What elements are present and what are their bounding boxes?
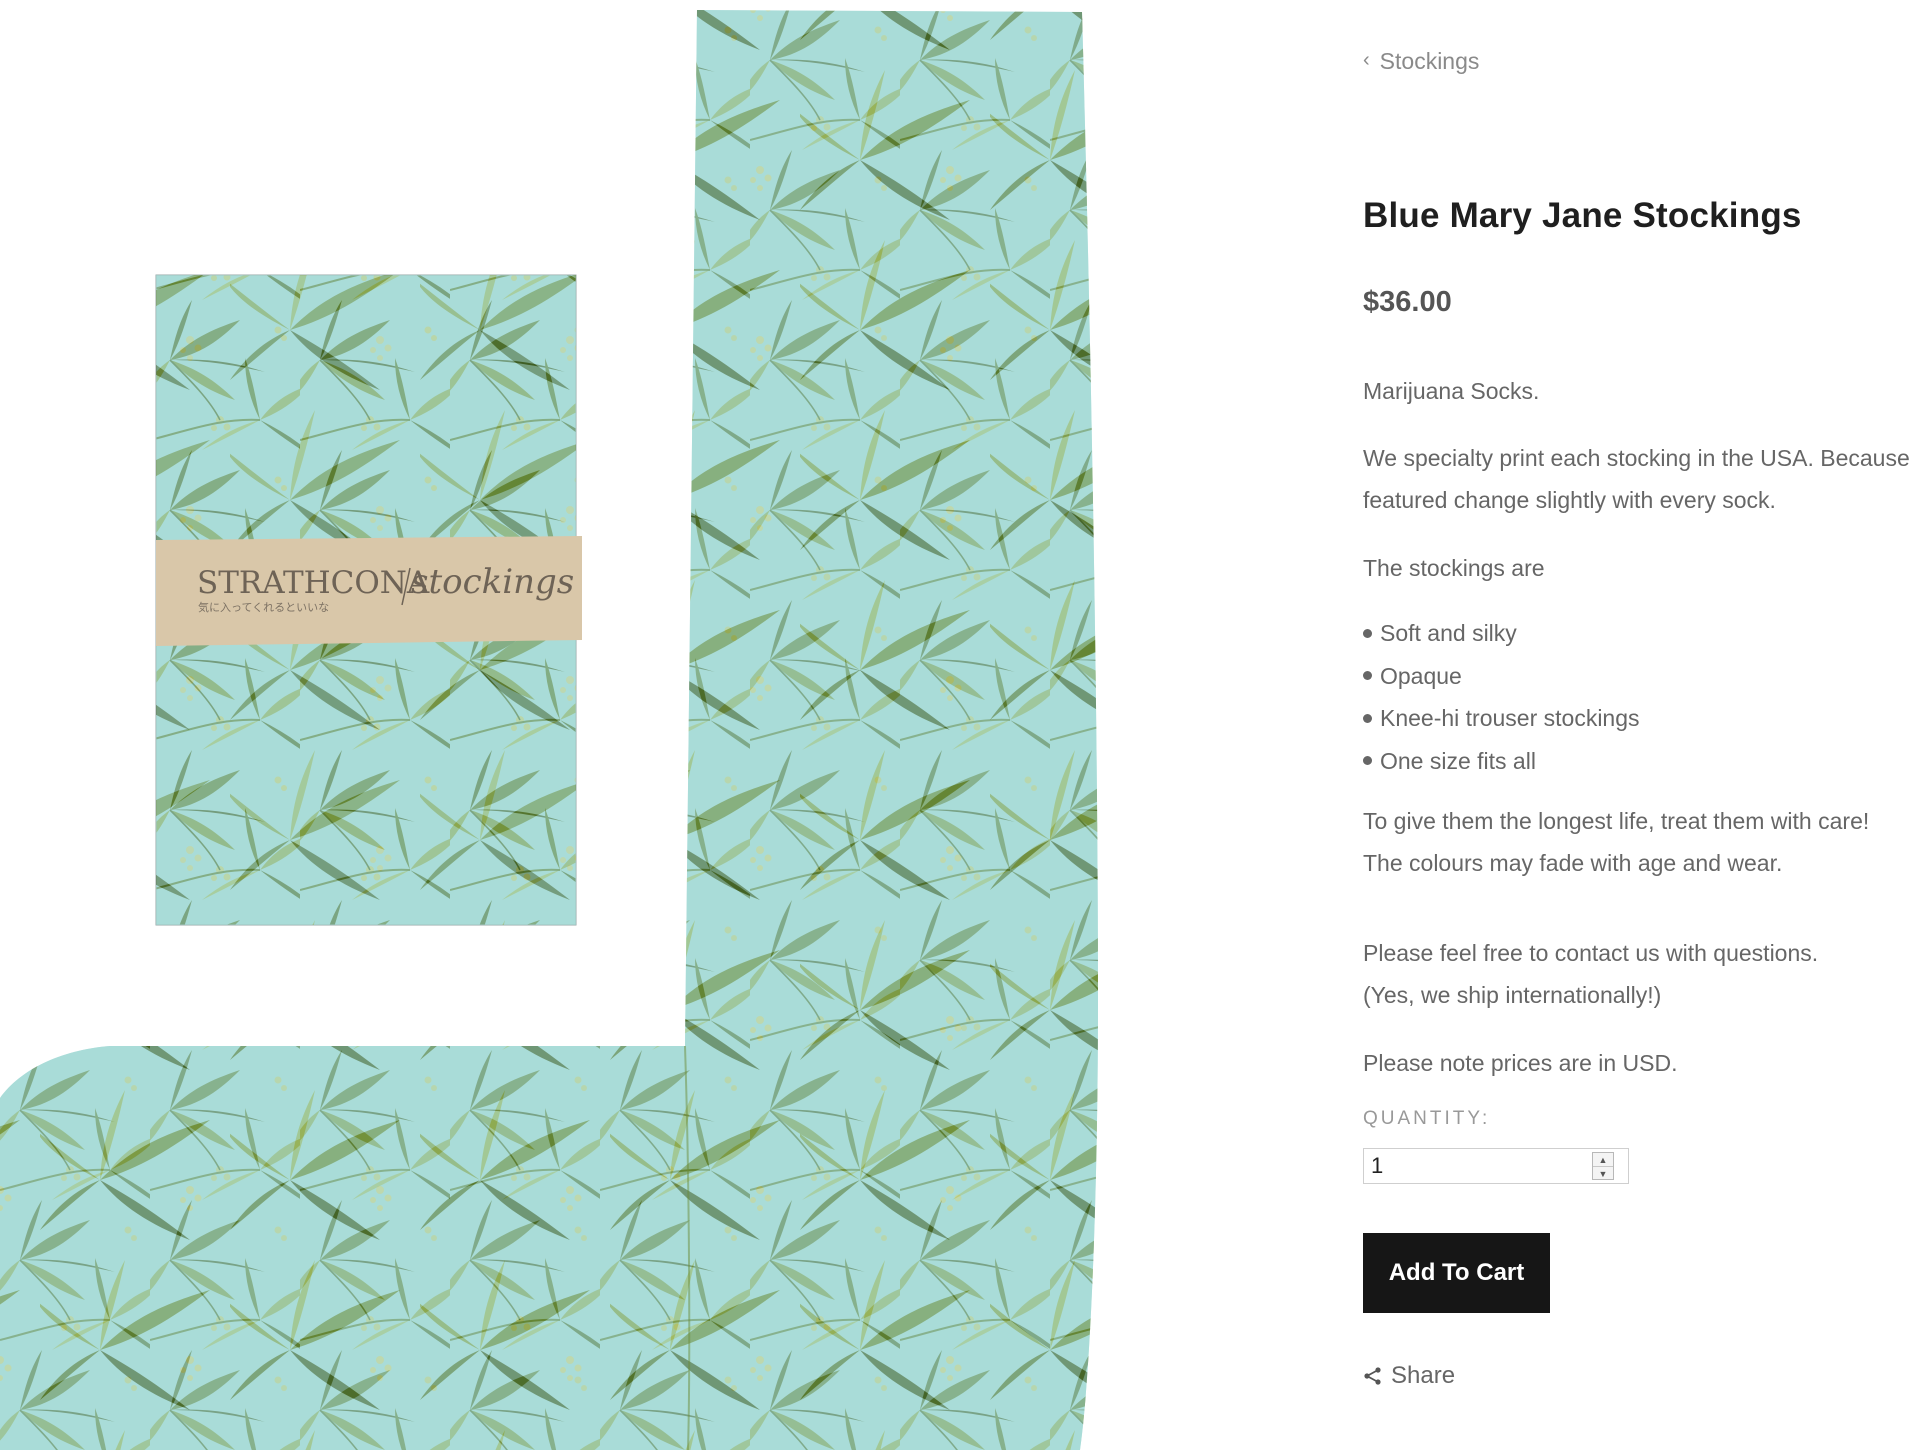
chevron-left-icon: ‹ xyxy=(1363,49,1370,71)
feature-list: Soft and silky Opaque Knee-hi trouser st… xyxy=(1363,612,1640,782)
description-currency-note: Please note prices are in USD. xyxy=(1363,1050,1678,1076)
package-label-japanese: 気に入ってくれるといいな xyxy=(198,600,329,614)
description-care-line-1: To give them the longest life, treat the… xyxy=(1363,808,1870,834)
package-illustration: STRATHCONA stockings 気に入ってくれるといいな xyxy=(155,274,582,926)
quantity-spinner: ▲ ▼ xyxy=(1592,1152,1614,1180)
breadcrumb-label: Stockings xyxy=(1379,48,1480,74)
bullet-icon xyxy=(1363,671,1372,681)
list-item: One size fits all xyxy=(1363,740,1640,783)
product-image: STRATHCONA stockings 気に入ってくれるといいな xyxy=(0,0,1140,1450)
product-details: ‹ Stockings Blue Mary Jane Stockings $36… xyxy=(1363,0,1920,1450)
description-intro: Marijuana Socks. xyxy=(1363,378,1540,404)
bullet-icon xyxy=(1363,628,1372,638)
quantity-label: QUANTITY: xyxy=(1363,1108,1491,1129)
list-item: Opaque xyxy=(1363,655,1640,698)
list-item: Soft and silky xyxy=(1363,612,1640,655)
description-contact: Please feel free to contact us with ques… xyxy=(1363,932,1818,1016)
description-print-line-2: featured change slightly with every sock… xyxy=(1363,487,1776,513)
page-title: Blue Mary Jane Stockings xyxy=(1363,196,1802,235)
quantity-input[interactable] xyxy=(1364,1152,1593,1180)
share-icon xyxy=(1364,1367,1381,1385)
description-print-line-1: We specialty print each stocking in the … xyxy=(1363,445,1910,471)
bullet-icon xyxy=(1363,713,1372,723)
product-price: $36.00 xyxy=(1363,286,1452,318)
description-care: To give them the longest life, treat the… xyxy=(1363,800,1869,884)
increment-arrow-icon[interactable]: ▲ xyxy=(1593,1153,1613,1167)
list-item: Knee-hi trouser stockings xyxy=(1363,697,1640,740)
add-to-cart-button[interactable]: Add To Cart xyxy=(1363,1233,1550,1313)
description-contact-line-1: Please feel free to contact us with ques… xyxy=(1363,940,1819,966)
package-label-script: stockings xyxy=(411,562,574,602)
description-list-intro: The stockings are xyxy=(1363,555,1545,581)
description-print: We specialty print each stocking in the … xyxy=(1363,437,1910,521)
decrement-arrow-icon[interactable]: ▼ xyxy=(1593,1167,1613,1180)
quantity-stepper: ▲ ▼ xyxy=(1363,1148,1629,1184)
description-contact-line-2: (Yes, we ship internationally!) xyxy=(1363,982,1662,1008)
share-label: Share xyxy=(1391,1362,1456,1389)
description-care-line-2: The colours may fade with age and wear. xyxy=(1363,850,1783,876)
breadcrumb-back-link[interactable]: ‹ Stockings xyxy=(1363,48,1479,75)
bullet-icon xyxy=(1363,756,1372,766)
package-label-brand: STRATHCONA xyxy=(197,565,430,601)
share-link[interactable]: Share xyxy=(1363,1362,1455,1390)
